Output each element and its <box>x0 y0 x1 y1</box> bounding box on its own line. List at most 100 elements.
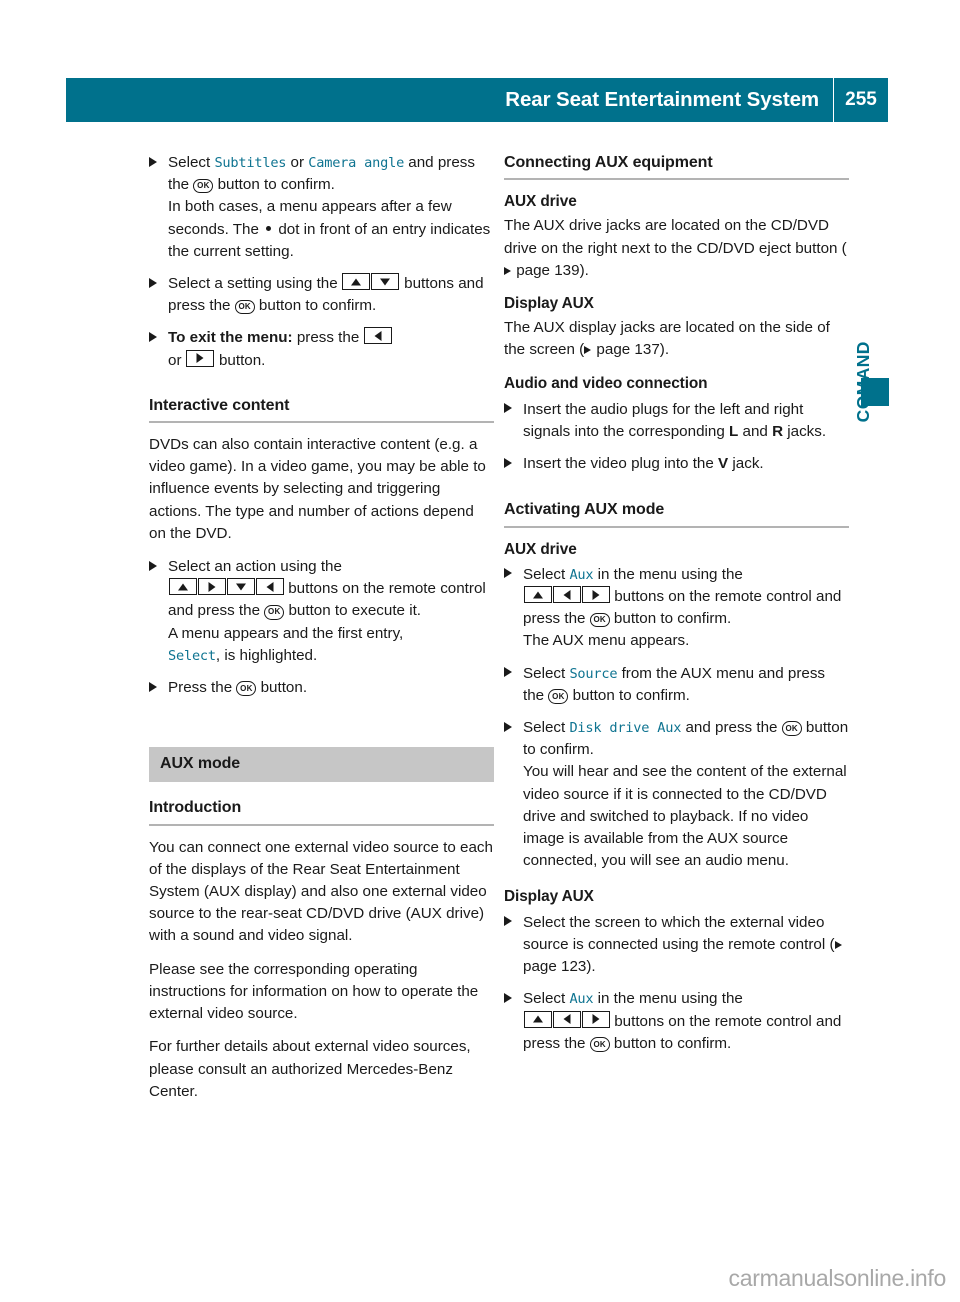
ok-button-icon: OK <box>548 689 569 705</box>
paragraph-aux-intro-3: For further details about external video… <box>149 1038 471 1100</box>
left-column: Select Subtitles or Camera angle and pre… <box>149 152 494 1114</box>
right-column: Connecting AUX equipment AUX drive The A… <box>504 152 849 1065</box>
step-text-lead: Select <box>523 664 570 682</box>
step-text-tail: button. <box>256 679 308 697</box>
arrow-down-button-icon <box>371 273 400 291</box>
arrow-down-button-icon <box>226 578 255 596</box>
step-text-lead: Select <box>523 990 570 1008</box>
section-heading-connecting-aux: Connecting AUX equipment <box>504 154 713 171</box>
section-rule <box>504 178 849 181</box>
step-continuation: You will hear and see the content of the… <box>523 763 847 870</box>
ok-button-icon: OK <box>193 178 214 194</box>
step-text-lead: Press the <box>168 679 237 697</box>
step-text-lead: Select <box>523 719 570 737</box>
section-heading-activating-aux-mode: Activating AUX mode <box>504 501 665 519</box>
page-number: 255 <box>845 89 877 110</box>
step-text-mid: in the menu using the <box>593 990 743 1008</box>
section-heading-introduction: Introduction <box>149 799 242 817</box>
side-tab-label-text: COMAND <box>853 341 873 423</box>
subheading-display-aux: Display AUX <box>504 295 594 313</box>
step-select-action: Select an action using the buttons on th… <box>149 556 494 667</box>
step-triangle-icon <box>504 667 512 678</box>
step-text-lead: Select <box>523 565 570 583</box>
page-reference-arrow-icon <box>504 266 511 276</box>
step-select-setting: Select a setting using the buttons and p… <box>149 273 494 317</box>
arrow-right-button-icon <box>581 1010 610 1028</box>
menu-term-select: Select <box>168 647 216 664</box>
menu-term-aux: Aux <box>569 566 594 583</box>
paragraph-display-aux-jacks: The AUX display jacks are located on the… <box>504 317 849 361</box>
ok-button-icon: OK <box>781 721 802 737</box>
arrow-up-button-icon <box>342 273 371 291</box>
step-press-ok: Press the OK button. <box>149 677 494 699</box>
arrow-up-button-icon <box>168 578 197 596</box>
subheading-display-aux-activating: Display AUX <box>504 888 594 906</box>
section-band-aux-mode: AUX mode <box>149 747 494 783</box>
step-text-lead: Insert the video plug into the <box>523 455 719 473</box>
step-triangle-icon <box>149 277 157 288</box>
watermark: carmanualsonline.info <box>728 1265 947 1291</box>
ok-button-icon: OK <box>589 612 610 628</box>
step-triangle-icon <box>149 681 157 692</box>
ok-button-icon: OK <box>236 681 257 697</box>
menu-term-camera-angle: Camera angle <box>308 155 405 171</box>
menu-term-source: Source <box>569 665 618 682</box>
menu-term-aux: Aux <box>569 991 594 1008</box>
arrow-right-button-icon <box>186 349 215 367</box>
step-continuation: buttons on the remote control and press … <box>523 1010 849 1055</box>
step-text-lead: Select an action using the <box>168 558 342 576</box>
step-text-tail: button. <box>214 351 266 369</box>
step-triangle-icon <box>504 992 512 1003</box>
paragraph-text-b: page 137). <box>592 341 670 359</box>
arrow-up-button-icon <box>523 1010 552 1028</box>
step-text-mid: in the menu using the <box>593 565 743 583</box>
step-exit-menu: To exit the menu: press the or button. <box>149 327 494 371</box>
step-continuation: buttons on the remote control and press … <box>523 586 849 630</box>
step-select-source: Select Source from the AUX menu and pres… <box>504 663 849 707</box>
step-triangle-icon <box>504 568 512 579</box>
page-title: Rear Seat Entertainment System <box>505 88 819 111</box>
ok-button-icon: OK <box>234 299 255 315</box>
step-text-lead: Select <box>168 154 215 171</box>
paragraph-text-b: page 139). <box>512 261 589 279</box>
section-rule <box>149 421 494 424</box>
step-text-mid: and <box>738 423 773 441</box>
step-continuation: buttons on the remote control and press … <box>168 578 494 622</box>
section-rule <box>149 823 494 826</box>
step-text-tail: button to confirm. <box>609 1034 732 1052</box>
arrow-left-button-icon <box>364 327 393 345</box>
jack-label-v: V <box>718 455 729 473</box>
jack-label-r: R <box>772 423 784 441</box>
page-header-bar: Rear Seat Entertainment System 255 <box>66 78 888 122</box>
menu-term-disk-drive-aux: Disk drive Aux <box>569 720 682 737</box>
step-continuation-2: The AUX menu appears. <box>523 632 690 650</box>
cont-text-2: , is highlighted. <box>215 646 318 664</box>
step-continuation: or button. <box>168 349 494 372</box>
step-select-subtitles: Select Subtitles or Camera angle and pre… <box>149 152 494 263</box>
step-triangle-icon <box>504 721 512 732</box>
step-select-disk-drive-aux: Select Disk drive Aux and press the OK b… <box>504 717 849 872</box>
paragraph-interactive-content: DVDs can also contain interactive conten… <box>149 436 486 542</box>
step-bold-label: To exit the menu: <box>168 329 293 347</box>
subheading-aux-drive: AUX drive <box>504 193 577 211</box>
paragraph-aux-intro-2: Please see the corresponding operating i… <box>149 960 479 1023</box>
step-select-aux-drive: Select Aux in the menu using the buttons… <box>504 564 849 653</box>
step-text-tail: jacks. <box>783 423 827 441</box>
step-triangle-icon <box>149 560 157 571</box>
menu-term-subtitles: Subtitles <box>214 155 287 171</box>
arrow-right-button-icon <box>581 586 610 604</box>
jack-label-l: L <box>729 423 739 441</box>
step-text-tail: button to execute it. <box>284 602 422 620</box>
subheading-audio-video-connection: Audio and video connection <box>504 374 708 392</box>
step-triangle-icon <box>504 457 512 468</box>
page-reference-arrow-icon <box>834 940 842 950</box>
step-text-tail: button to confirm. <box>609 610 732 628</box>
paragraph-aux-intro-1: You can connect one external video sourc… <box>149 838 493 945</box>
step-triangle-icon <box>149 331 157 342</box>
step-select-screen: Select the screen to which the external … <box>504 912 849 979</box>
page-reference-arrow-icon <box>584 346 592 355</box>
step-text-tail: button to confirm. <box>254 297 377 315</box>
